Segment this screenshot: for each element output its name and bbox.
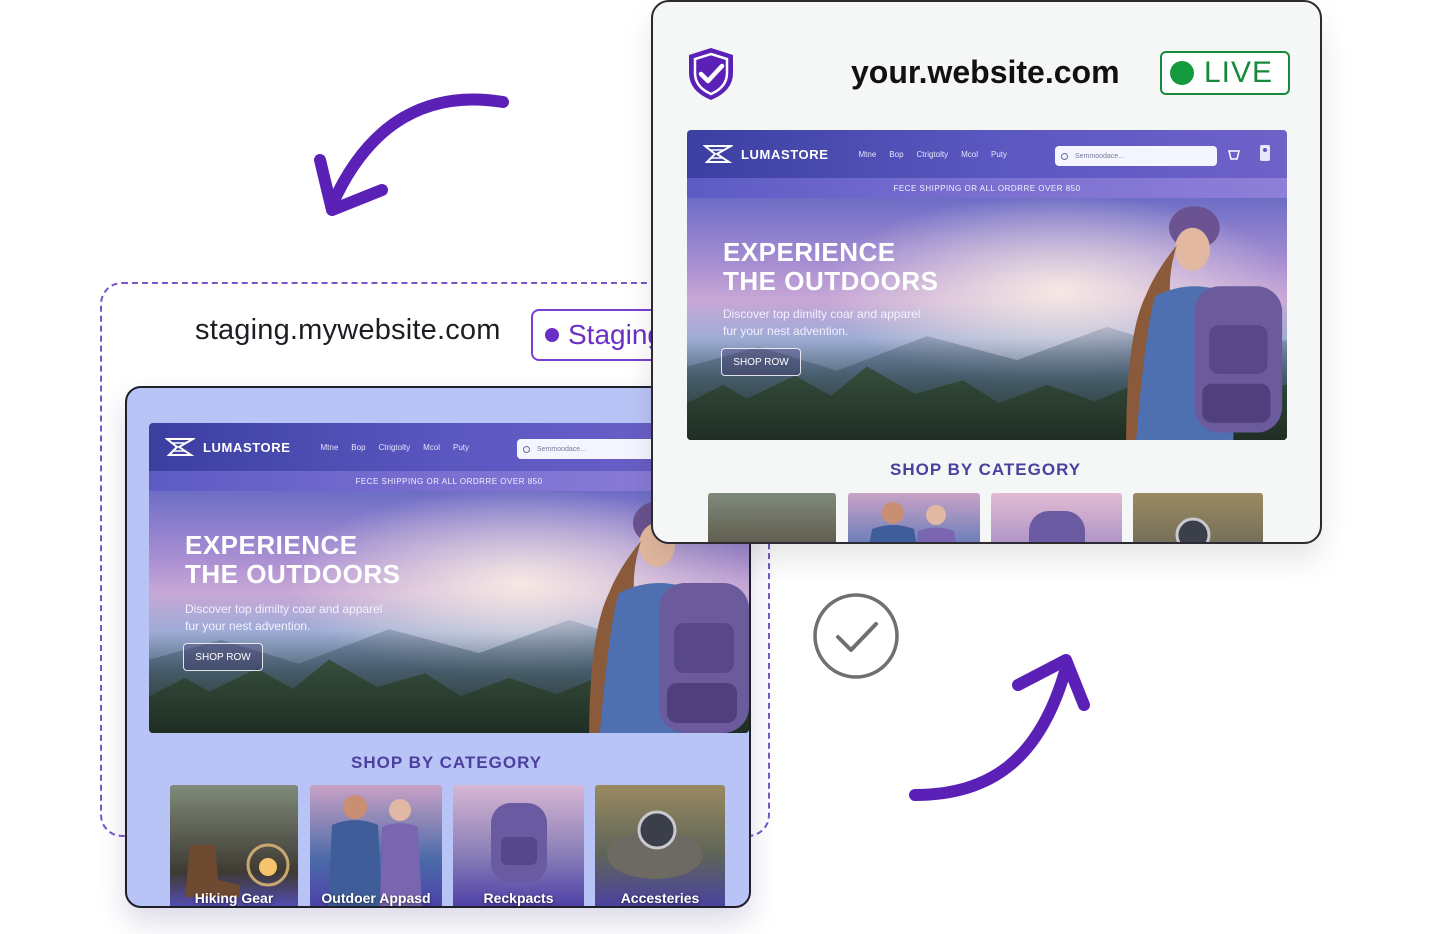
logo-icon	[703, 145, 733, 163]
site-logo[interactable]: LUMASTORE	[703, 143, 829, 165]
category-tile[interactable]	[991, 493, 1122, 542]
shield-check-icon	[689, 48, 733, 100]
nav-item[interactable]: Puty	[991, 150, 1007, 159]
hero-subtitle: Discover top dimilty coar and apparel fu…	[723, 306, 920, 340]
category-tile[interactable]: Reckpacts	[453, 785, 584, 906]
hero-subtitle: Discover top dimilty coar and apparel fu…	[185, 601, 382, 635]
nav-item[interactable]: Mcol	[961, 150, 978, 159]
hero-banner: EXPERIENCE THE OUTDOORS Discover top dim…	[687, 198, 1287, 440]
hero-title-line-2: THE OUTDOORS	[185, 559, 401, 590]
wishlist-icon[interactable]	[1227, 148, 1241, 162]
shop-now-button[interactable]: SHOP ROW	[721, 348, 801, 376]
site-header: LUMASTORE Mtne Bop Ctrigtolty Mcol Puty …	[687, 130, 1287, 178]
account-icon[interactable]	[1259, 144, 1271, 162]
search-icon	[523, 445, 530, 453]
search-placeholder: Semmoodace...	[1075, 152, 1125, 160]
checkmark-circle-icon	[813, 593, 899, 679]
live-badge-label: LIVE	[1204, 56, 1274, 89]
search-icon	[1061, 152, 1068, 160]
couple-image	[869, 502, 956, 542]
category-tile[interactable]: Hiking Gear	[170, 785, 298, 906]
shop-now-button[interactable]: SHOP ROW	[183, 643, 263, 671]
staging-url: staging.mywebsite.com	[195, 314, 501, 346]
site-nav: Mtne Bop Ctrigtolty Mcol Puty	[859, 150, 1021, 159]
brand-name: LUMASTORE	[741, 146, 829, 162]
category-heading: SHOP BY CATEGORY	[351, 753, 543, 772]
search-input[interactable]: Semmoodace...	[1055, 146, 1217, 166]
category-label: Hiking Gear	[194, 890, 274, 906]
nav-item[interactable]: Mcol	[423, 443, 440, 452]
nav-item[interactable]: Puty	[453, 443, 469, 452]
hero-title: EXPERIENCE THE OUTDOORS	[723, 237, 939, 297]
live-badge: LIVE	[1160, 51, 1290, 95]
hero-subtitle-line-1: Discover top dimilty coar and apparel	[723, 307, 921, 321]
nav-item[interactable]: Mtne	[321, 443, 339, 452]
nav-item[interactable]: Mtne	[859, 150, 877, 159]
live-site: LUMASTORE Mtne Bop Ctrigtolty Mcol Puty …	[687, 130, 1287, 440]
search-placeholder: Semmoodace...	[537, 445, 587, 453]
nav-item[interactable]: Ctrigtolty	[917, 150, 949, 159]
live-url: your.website.com	[851, 54, 1120, 90]
category-label: Accesteries	[620, 890, 700, 906]
category-label: Outdoer Appasd	[321, 890, 431, 906]
nav-item[interactable]: Ctrigtolty	[379, 443, 411, 452]
hero-title-line-1: EXPERIENCE	[185, 530, 358, 560]
category-tile[interactable]	[1133, 493, 1263, 542]
hero-subtitle-line-2: fur your nest advention.	[185, 618, 311, 633]
hero-title-line-1: EXPERIENCE	[723, 237, 896, 267]
brand-name: LUMASTORE	[203, 439, 291, 455]
category-tile[interactable]	[708, 493, 836, 542]
watch-image	[1175, 517, 1211, 542]
category-tile[interactable]: Accesteries	[595, 785, 725, 906]
hero-subtitle-line-1: Discover top dimilty coar and apparel	[185, 602, 383, 616]
staging-dot-icon	[545, 328, 559, 342]
site-nav: Mtne Bop Ctrigtolty Mcol Puty	[321, 443, 483, 452]
nav-item[interactable]: Bop	[351, 443, 365, 452]
staging-badge-label: Staging	[568, 319, 663, 350]
live-site-card[interactable]: your.website.com LIVE LUMASTORE Mtne Bop…	[651, 0, 1322, 544]
live-status-dot-icon	[1170, 61, 1194, 85]
category-heading: SHOP BY CATEGORY	[890, 460, 1082, 479]
category-tile[interactable]	[848, 493, 980, 542]
site-logo[interactable]: LUMASTORE	[165, 436, 291, 458]
hero-subtitle-line-2: fur your nest advention.	[723, 323, 849, 338]
backpack-image	[1029, 511, 1085, 542]
hero-title-line-2: THE OUTDOORS	[723, 266, 939, 297]
nav-item[interactable]: Bop	[889, 150, 903, 159]
category-tile[interactable]: Outdoer Appasd	[310, 785, 442, 906]
arrow-to-live-icon	[909, 654, 1090, 801]
category-label: Reckpacts	[483, 890, 554, 906]
hiker-image	[1126, 206, 1283, 440]
hero-title: EXPERIENCE THE OUTDOORS	[185, 530, 401, 590]
arrow-to-staging-icon	[314, 93, 509, 216]
logo-icon	[165, 438, 195, 456]
